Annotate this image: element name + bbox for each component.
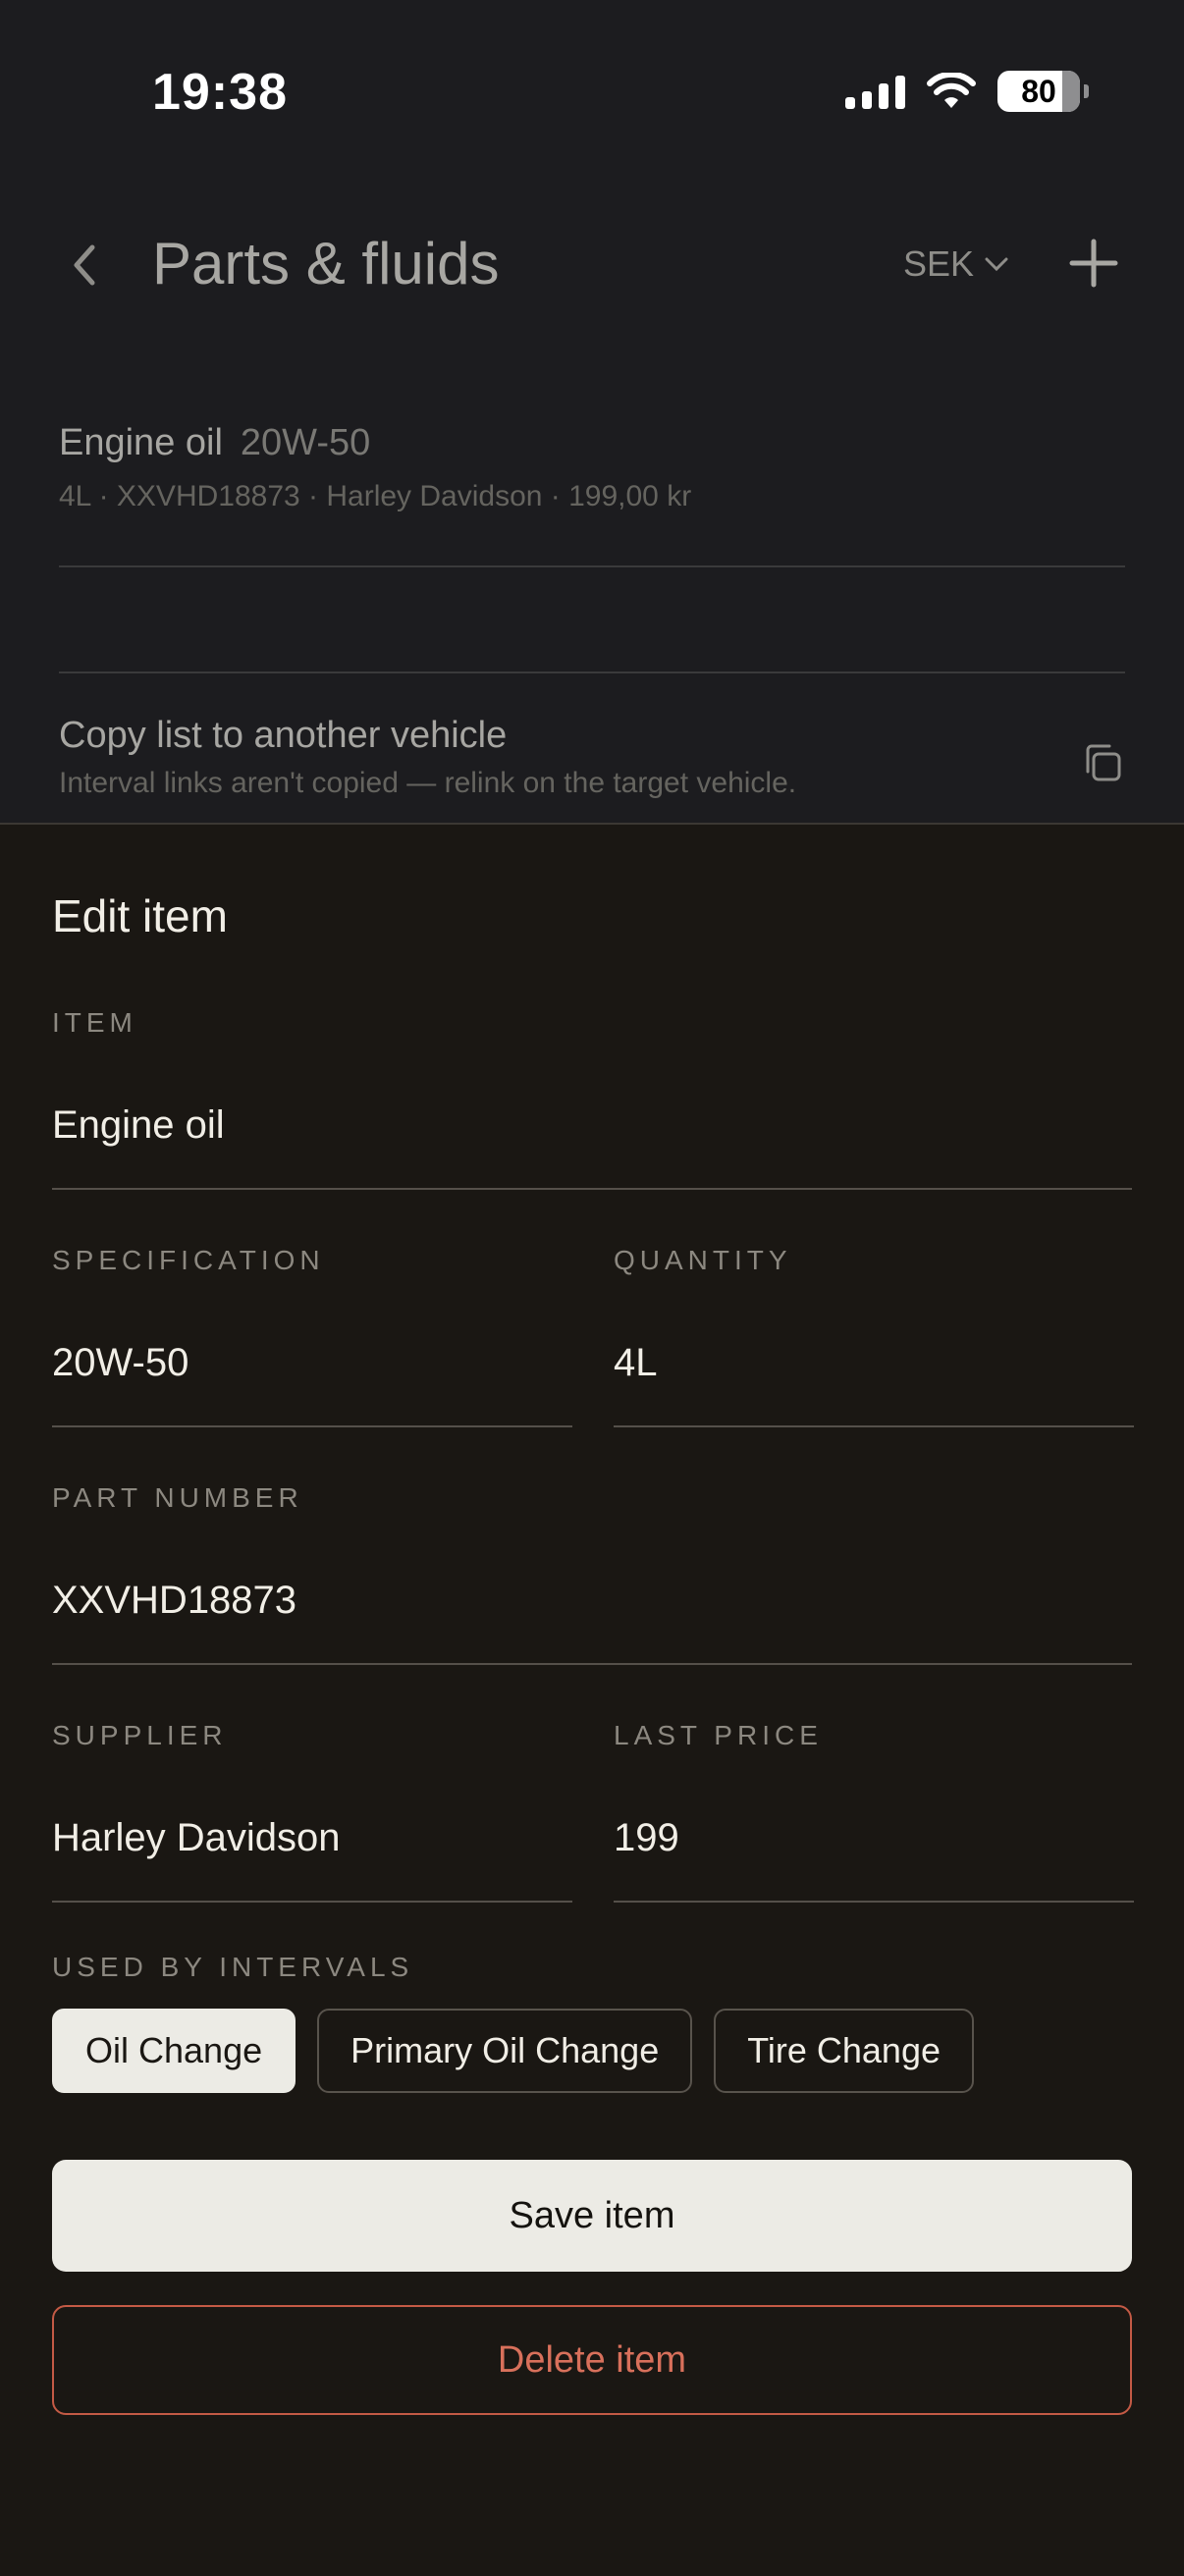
item-input[interactable]: Engine oil: [52, 1103, 1132, 1148]
last-price-underline: [614, 1901, 1134, 1903]
last-price-label: LAST PRICE: [614, 1720, 823, 1750]
delete-button[interactable]: Delete item: [52, 2305, 1132, 2415]
supplier-input[interactable]: Harley Davidson: [52, 1816, 572, 1860]
list-item-name: Engine oil: [59, 422, 223, 463]
divider: [59, 671, 1125, 673]
interval-chips: Oil Change Primary Oil Change Tire Chang…: [52, 2009, 974, 2093]
status-icons: 80: [845, 71, 1089, 112]
copy-list-title: Copy list to another vehicle: [59, 715, 508, 756]
copy-list-subtitle: Interval links aren't copied — relink on…: [59, 767, 797, 799]
status-time: 19:38: [152, 64, 288, 121]
copy-icon[interactable]: [1080, 740, 1125, 785]
list-item-details: 4L · XXVHD18873 · Harley Davidson · 199,…: [59, 480, 692, 512]
list-item-spec: 20W-50: [240, 422, 371, 463]
nav-bar: Parts & fluids SEK: [0, 216, 1184, 314]
intervals-label: USED BY INTERVALS: [52, 1952, 414, 1982]
list-item-title: Engine oil 20W-50: [59, 422, 1125, 464]
specification-underline: [52, 1425, 572, 1427]
cellular-signal-icon: [845, 74, 905, 109]
edit-item-sheet: Edit item ITEM Engine oil SPECIFICATION …: [0, 823, 1184, 2576]
last-price-input[interactable]: 199: [614, 1816, 1134, 1860]
part-number-label: PART NUMBER: [52, 1482, 303, 1513]
quantity-input[interactable]: 4L: [614, 1341, 1134, 1385]
item-label: ITEM: [52, 1007, 137, 1038]
quantity-underline: [614, 1425, 1134, 1427]
currency-label: SEK: [903, 243, 975, 284]
chip-oil-change[interactable]: Oil Change: [52, 2009, 296, 2093]
chevron-down-icon: [985, 257, 1008, 272]
battery-level: 80: [1021, 73, 1056, 109]
specification-label: SPECIFICATION: [52, 1245, 325, 1275]
sheet-title: Edit item: [52, 890, 228, 941]
quantity-label: QUANTITY: [614, 1245, 792, 1275]
chip-primary-oil-change[interactable]: Primary Oil Change: [317, 2009, 693, 2093]
wifi-icon: [927, 73, 976, 108]
part-number-input[interactable]: XXVHD18873: [52, 1579, 1132, 1623]
background-screen: 19:38 80 Parts & fluids SEK Engine oil 2…: [0, 0, 1184, 825]
specification-input[interactable]: 20W-50: [52, 1341, 572, 1385]
page-title: Parts & fluids: [152, 231, 500, 296]
currency-selector[interactable]: SEK: [903, 243, 1009, 285]
copy-list-row[interactable]: Copy list to another vehicle Interval li…: [59, 715, 1125, 800]
supplier-underline: [52, 1901, 572, 1903]
battery-icon: 80: [997, 71, 1089, 112]
divider: [59, 565, 1125, 567]
add-icon[interactable]: [1064, 234, 1123, 293]
supplier-label: SUPPLIER: [52, 1720, 228, 1750]
item-underline: [52, 1188, 1132, 1190]
save-button[interactable]: Save item: [52, 2160, 1132, 2272]
chip-tire-change[interactable]: Tire Change: [714, 2009, 974, 2093]
part-number-underline: [52, 1663, 1132, 1665]
list-item[interactable]: Engine oil 20W-50 4L · XXVHD18873 · Harle…: [59, 422, 1125, 513]
back-chevron-icon[interactable]: [61, 236, 110, 295]
